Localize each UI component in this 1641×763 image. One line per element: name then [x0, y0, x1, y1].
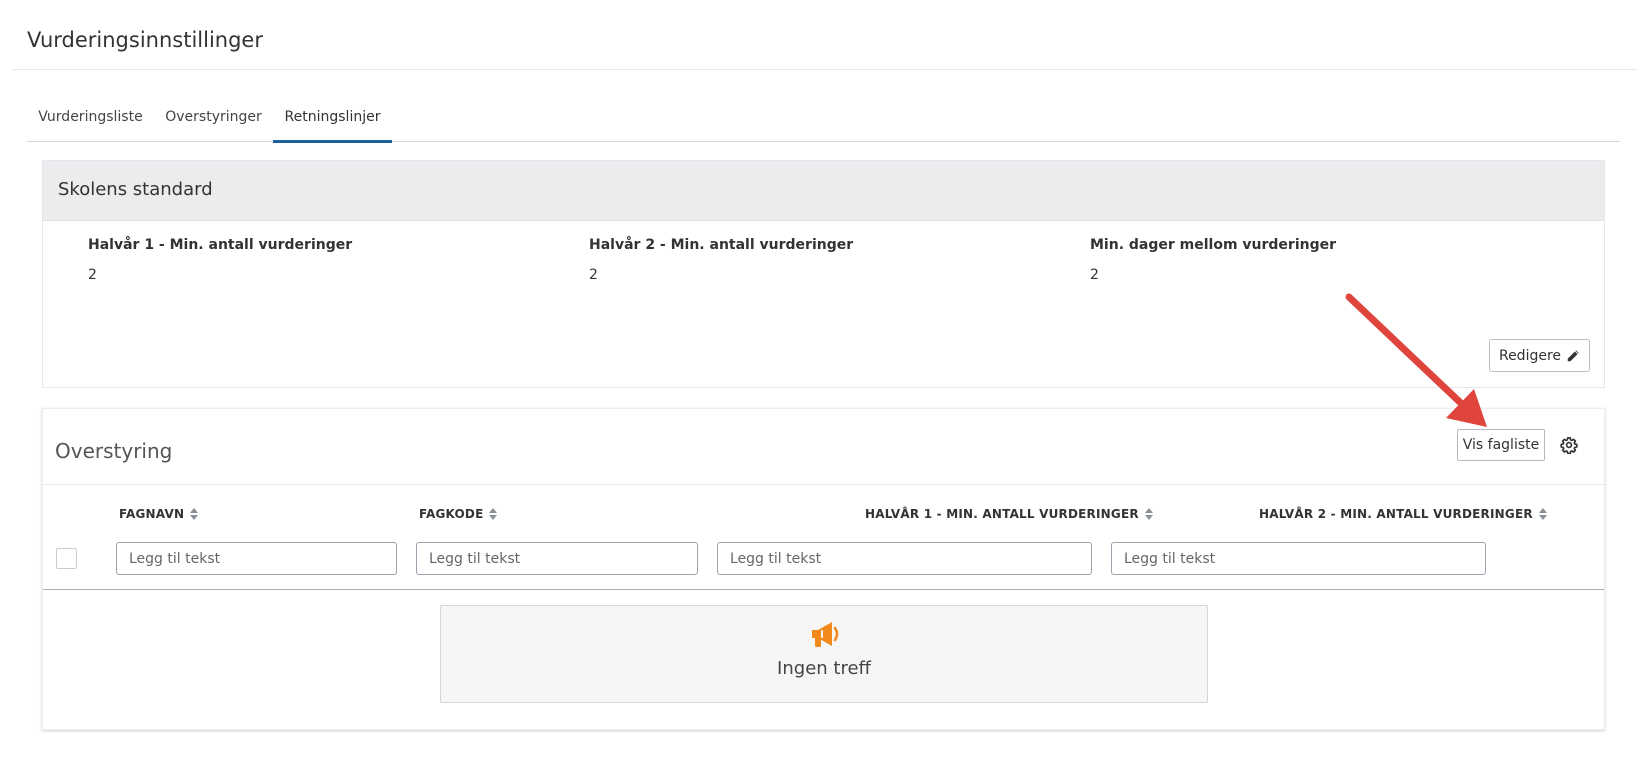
column-header-fagnavn[interactable]: FAGNAVN	[119, 507, 199, 521]
std-field-min-days: Min. dager mellom vurderinger 2	[1090, 237, 1336, 283]
sort-icon	[489, 508, 498, 520]
sort-icon	[1538, 508, 1547, 520]
override-title: Overstyring	[55, 439, 173, 463]
show-subject-list-button[interactable]: Vis fagliste	[1457, 429, 1545, 461]
table-header-divider	[43, 589, 1604, 590]
sort-icon	[1144, 508, 1153, 520]
std-field-label: Min. dager mellom vurderinger	[1090, 237, 1337, 253]
select-all-checkbox[interactable]	[56, 548, 77, 569]
filter-fagnavn-input[interactable]	[116, 542, 397, 575]
tab-bar: Vurderingsliste Overstyringer Retningsli…	[27, 104, 1620, 143]
edit-button[interactable]: Redigere	[1489, 339, 1590, 372]
column-header-fagkode[interactable]: FAGKODE	[419, 507, 498, 521]
pencil-icon	[1567, 349, 1579, 361]
filter-halvar1-input[interactable]	[717, 542, 1092, 575]
tab-retningslinjer[interactable]: Retningslinjer	[273, 104, 392, 143]
school-standard-card: Skolens standard Halvår 1 - Min. antall …	[42, 160, 1605, 388]
empty-state: Ingen treff	[440, 605, 1208, 703]
school-standard-header: Skolens standard	[43, 161, 1604, 221]
override-header-divider	[43, 484, 1604, 485]
column-header-label: FAGKODE	[419, 507, 484, 521]
filter-halvar2-input[interactable]	[1111, 542, 1486, 575]
column-header-halvar1[interactable]: HALVÅR 1 - MIN. ANTALL VURDERINGER	[865, 507, 1153, 521]
column-header-halvar2[interactable]: HALVÅR 2 - MIN. ANTALL VURDERINGER	[1259, 507, 1547, 521]
std-field-halvar1: Halvår 1 - Min. antall vurderinger 2	[88, 237, 352, 283]
filter-fagkode-input[interactable]	[416, 542, 698, 575]
title-divider	[12, 69, 1637, 70]
edit-button-label: Redigere	[1498, 347, 1562, 364]
empty-state-text: Ingen treff	[777, 658, 871, 679]
page-title: Vurderingsinnstillinger	[27, 28, 263, 52]
std-field-value: 2	[1090, 267, 1099, 283]
std-field-value: 2	[88, 267, 97, 283]
tab-overstyringer[interactable]: Overstyringer	[154, 104, 273, 142]
std-field-label: Halvår 2 - Min. antall vurderinger	[589, 237, 854, 253]
override-card: Overstyring Vis fagliste FAGNAVN FAGKODE…	[42, 408, 1605, 730]
megaphone-icon	[812, 622, 839, 647]
column-header-label: HALVÅR 1 - MIN. ANTALL VURDERINGER	[865, 507, 1139, 521]
std-field-value: 2	[589, 267, 598, 283]
std-field-label: Halvår 1 - Min. antall vurderinger	[88, 237, 353, 253]
column-header-label: HALVÅR 2 - MIN. ANTALL VURDERINGER	[1259, 507, 1533, 521]
std-field-halvar2: Halvår 2 - Min. antall vurderinger 2	[589, 237, 853, 283]
tab-vurderingsliste[interactable]: Vurderingsliste	[27, 104, 154, 142]
sort-icon	[190, 508, 199, 520]
gear-icon[interactable]	[1560, 436, 1578, 454]
column-header-label: FAGNAVN	[119, 507, 185, 521]
